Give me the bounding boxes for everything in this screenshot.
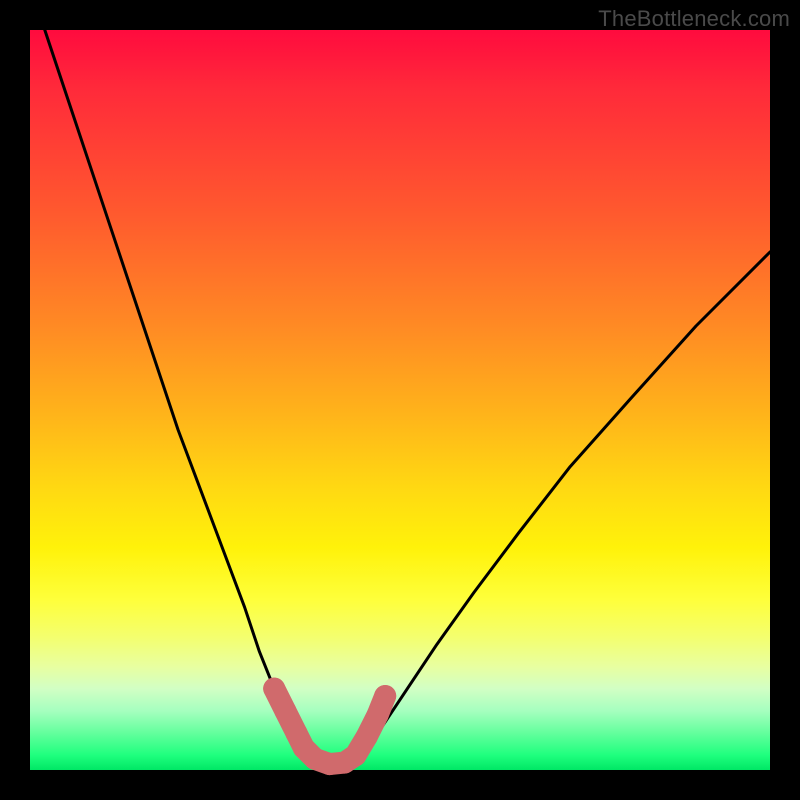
valley-marker <box>274 700 296 722</box>
series-right-branch <box>356 252 770 761</box>
valley-marker <box>356 726 378 748</box>
marker-group <box>263 678 396 775</box>
watermark-label: TheBottleneck.com <box>598 6 790 32</box>
valley-marker <box>345 744 367 766</box>
chart-svg <box>30 30 770 770</box>
curve-group <box>45 30 770 766</box>
valley-marker <box>374 685 396 707</box>
chart-frame: TheBottleneck.com <box>0 0 800 800</box>
series-left-branch <box>45 30 311 761</box>
valley-marker <box>263 678 285 700</box>
